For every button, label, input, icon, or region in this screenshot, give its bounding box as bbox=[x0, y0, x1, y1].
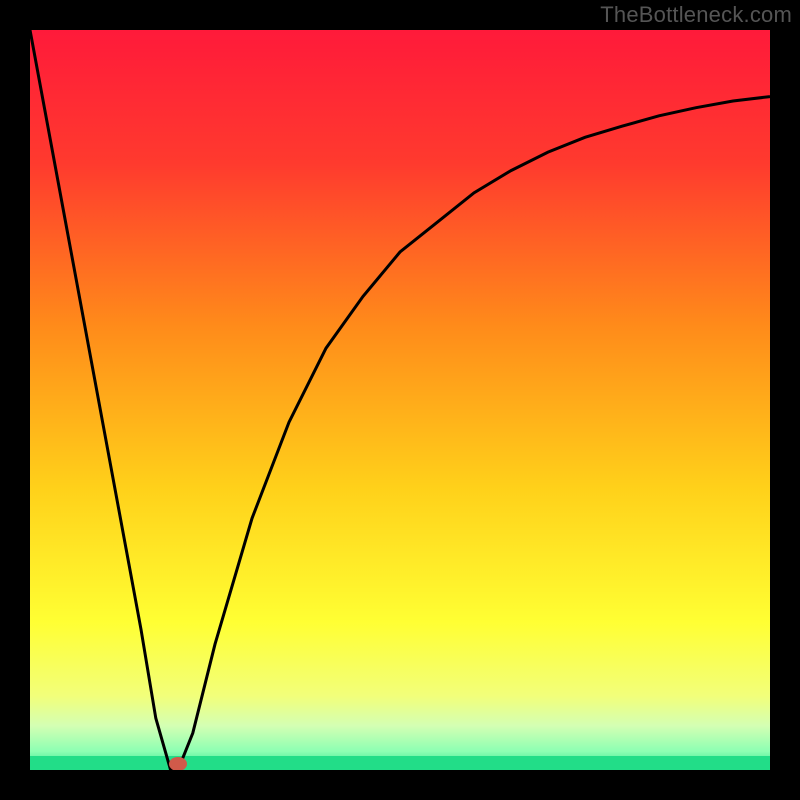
watermark-text: TheBottleneck.com bbox=[600, 2, 792, 28]
chart-frame: TheBottleneck.com bbox=[0, 0, 800, 800]
chart-svg bbox=[30, 30, 770, 770]
gradient-background bbox=[30, 30, 770, 770]
baseline-band bbox=[30, 756, 770, 770]
plot-area bbox=[30, 30, 770, 770]
